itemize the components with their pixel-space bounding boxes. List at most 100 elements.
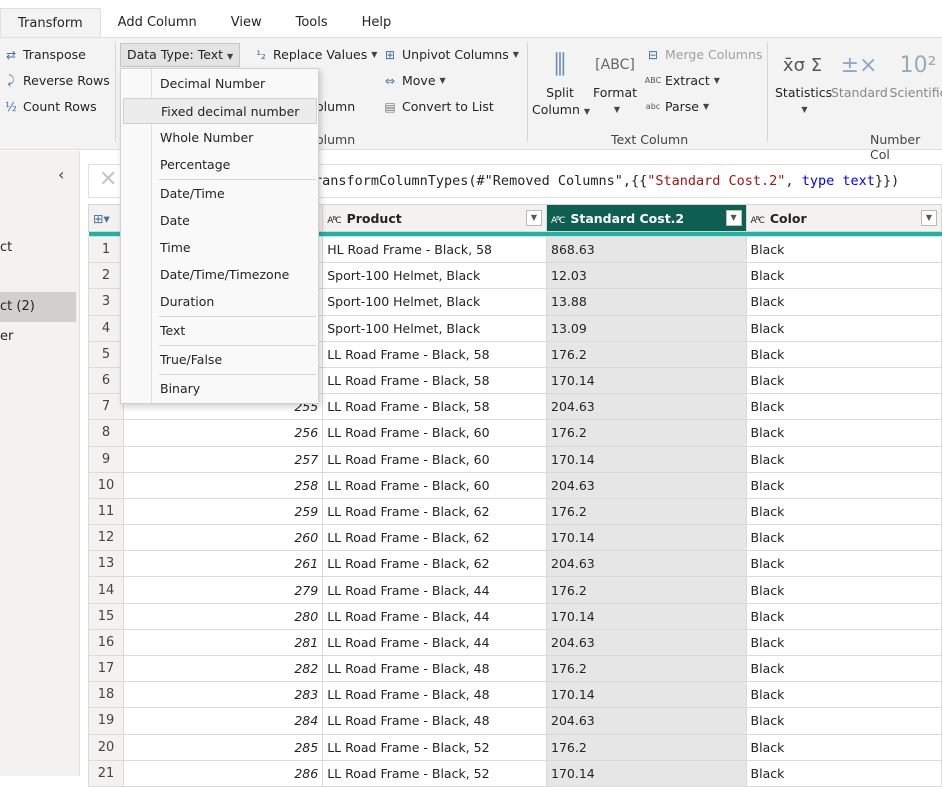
- scientific-button[interactable]: 10² Scientific: [888, 46, 942, 101]
- standard-cost-cell[interactable]: 176.2: [546, 576, 747, 604]
- id-cell[interactable]: 259: [122, 497, 324, 526]
- standard-cost-cell[interactable]: 176.2: [546, 497, 747, 526]
- unpivot-columns-button[interactable]: ⊞ Unpivot Columns ▼: [381, 47, 519, 62]
- color-cell[interactable]: Black: [745, 419, 942, 447]
- chevron-left-icon[interactable]: ‹: [58, 165, 64, 184]
- column-header-color[interactable]: AᴮC Color ▼: [745, 204, 942, 232]
- standard-cost-cell[interactable]: 12.03: [546, 262, 747, 290]
- color-cell[interactable]: Black: [745, 524, 942, 552]
- product-cell[interactable]: LL Road Frame - Black, 62: [322, 550, 547, 578]
- standard-cost-cell[interactable]: 170.14: [546, 681, 747, 709]
- standard-cost-cell[interactable]: 204.63: [546, 707, 747, 735]
- product-cell[interactable]: LL Road Frame - Black, 58: [322, 393, 547, 421]
- menu-item-text[interactable]: Text: [123, 318, 317, 344]
- replace-values-button[interactable]: ¹₂ Replace Values ▼: [252, 47, 377, 62]
- color-cell[interactable]: Black: [745, 314, 942, 342]
- query-item[interactable]: ct: [0, 233, 76, 263]
- tab-help[interactable]: Help: [345, 8, 409, 38]
- query-item[interactable]: er: [0, 322, 76, 352]
- row-number[interactable]: 9: [88, 445, 124, 473]
- row-number[interactable]: 3: [88, 288, 124, 316]
- product-cell[interactable]: LL Road Frame - Black, 52: [322, 759, 547, 787]
- color-cell[interactable]: Black: [745, 288, 942, 316]
- id-cell[interactable]: 280: [122, 602, 324, 630]
- id-cell[interactable]: 279: [122, 576, 324, 604]
- menu-item-fixed-decimal-number[interactable]: Fixed decimal number: [123, 98, 317, 124]
- standard-cost-cell[interactable]: 176.2: [546, 340, 747, 368]
- row-number[interactable]: 16: [88, 628, 124, 657]
- menu-item-whole-number[interactable]: Whole Number: [123, 125, 317, 151]
- product-cell[interactable]: LL Road Frame - Black, 48: [322, 681, 547, 709]
- color-cell[interactable]: Black: [745, 550, 942, 578]
- color-cell[interactable]: Black: [745, 576, 942, 604]
- standard-cost-cell[interactable]: 170.14: [546, 759, 747, 787]
- standard-cost-cell[interactable]: 170.14: [546, 366, 747, 395]
- format-button[interactable]: [ABC] Format ▼: [592, 46, 638, 118]
- filter-dropdown-icon[interactable]: ▼: [725, 210, 742, 226]
- color-cell[interactable]: Black: [745, 759, 942, 787]
- color-cell[interactable]: Black: [745, 262, 942, 290]
- standard-cost-cell[interactable]: 170.14: [546, 524, 747, 552]
- product-cell[interactable]: LL Road Frame - Black, 62: [322, 524, 547, 552]
- formula-text[interactable]: ransformColumnTypes(#"Removed Columns",{…: [314, 173, 899, 189]
- row-number[interactable]: 13: [88, 550, 124, 578]
- standard-button[interactable]: ±× Standard: [831, 46, 888, 101]
- id-cell[interactable]: 256: [122, 419, 324, 447]
- product-cell[interactable]: HL Road Frame - Black, 58: [322, 235, 547, 264]
- standard-cost-cell[interactable]: 204.63: [546, 393, 747, 421]
- color-cell[interactable]: Black: [745, 707, 942, 735]
- id-cell[interactable]: 282: [122, 654, 324, 683]
- row-number[interactable]: 20: [88, 733, 124, 761]
- tab-view[interactable]: View: [214, 8, 279, 38]
- row-number[interactable]: 4: [88, 314, 124, 342]
- standard-cost-cell[interactable]: 176.2: [546, 733, 747, 761]
- query-item-selected[interactable]: ct (2): [0, 292, 76, 322]
- color-cell[interactable]: Black: [745, 497, 942, 526]
- product-cell[interactable]: LL Road Frame - Black, 62: [322, 497, 547, 526]
- convert-to-list-button[interactable]: ▤ Convert to List: [381, 99, 493, 114]
- row-number[interactable]: 14: [88, 576, 124, 604]
- row-number[interactable]: 6: [88, 366, 124, 395]
- tab-transform[interactable]: Transform: [0, 8, 101, 38]
- column-header-product[interactable]: AᴮC Product ▼: [322, 204, 547, 232]
- row-number[interactable]: 15: [88, 602, 124, 630]
- product-cell[interactable]: Sport-100 Helmet, Black: [322, 262, 547, 290]
- row-number[interactable]: 17: [88, 654, 124, 683]
- product-cell[interactable]: LL Road Frame - Black, 44: [322, 628, 547, 657]
- color-cell[interactable]: Black: [745, 602, 942, 630]
- table-menu-button[interactable]: ⊞▾: [88, 204, 124, 232]
- color-cell[interactable]: Black: [745, 654, 942, 683]
- reverse-rows-button[interactable]: ⤸ Reverse Rows: [2, 73, 109, 88]
- id-cell[interactable]: 260: [122, 524, 324, 552]
- color-cell[interactable]: Black: [745, 628, 942, 657]
- menu-item-date-time-timezone[interactable]: Date/Time/Timezone: [123, 262, 317, 288]
- product-cell[interactable]: LL Road Frame - Black, 58: [322, 340, 547, 368]
- parse-button[interactable]: abc Parse ▼: [644, 99, 709, 114]
- row-number[interactable]: 18: [88, 681, 124, 709]
- menu-item-time[interactable]: Time: [123, 235, 317, 261]
- row-number[interactable]: 10: [88, 471, 124, 499]
- id-cell[interactable]: 261: [122, 550, 324, 578]
- standard-cost-cell[interactable]: 170.14: [546, 445, 747, 473]
- row-number[interactable]: 2: [88, 262, 124, 290]
- product-cell[interactable]: LL Road Frame - Black, 60: [322, 445, 547, 473]
- menu-item-binary[interactable]: Binary: [123, 376, 317, 402]
- id-cell[interactable]: 281: [122, 628, 324, 657]
- extract-button[interactable]: ABC Extract ▼: [644, 73, 720, 88]
- row-number[interactable]: 12: [88, 524, 124, 552]
- product-cell[interactable]: LL Road Frame - Black, 52: [322, 733, 547, 761]
- row-number[interactable]: 11: [88, 497, 124, 526]
- standard-cost-cell[interactable]: 204.63: [546, 471, 747, 499]
- data-type-button[interactable]: Data Type: Text ▼: [120, 43, 241, 67]
- standard-cost-cell[interactable]: 204.63: [546, 550, 747, 578]
- color-cell[interactable]: Black: [745, 340, 942, 368]
- standard-cost-cell[interactable]: 868.63: [546, 235, 747, 264]
- transpose-button[interactable]: ⇄ Transpose: [2, 47, 86, 62]
- standard-cost-cell[interactable]: 170.14: [546, 602, 747, 630]
- product-cell[interactable]: LL Road Frame - Black, 44: [322, 602, 547, 630]
- row-number[interactable]: 7: [88, 393, 124, 421]
- count-rows-button[interactable]: ½ Count Rows: [2, 99, 96, 114]
- statistics-button[interactable]: x̄σ Σ Statistics ▼: [775, 46, 832, 118]
- color-cell[interactable]: Black: [745, 733, 942, 761]
- menu-item-date[interactable]: Date: [123, 208, 317, 234]
